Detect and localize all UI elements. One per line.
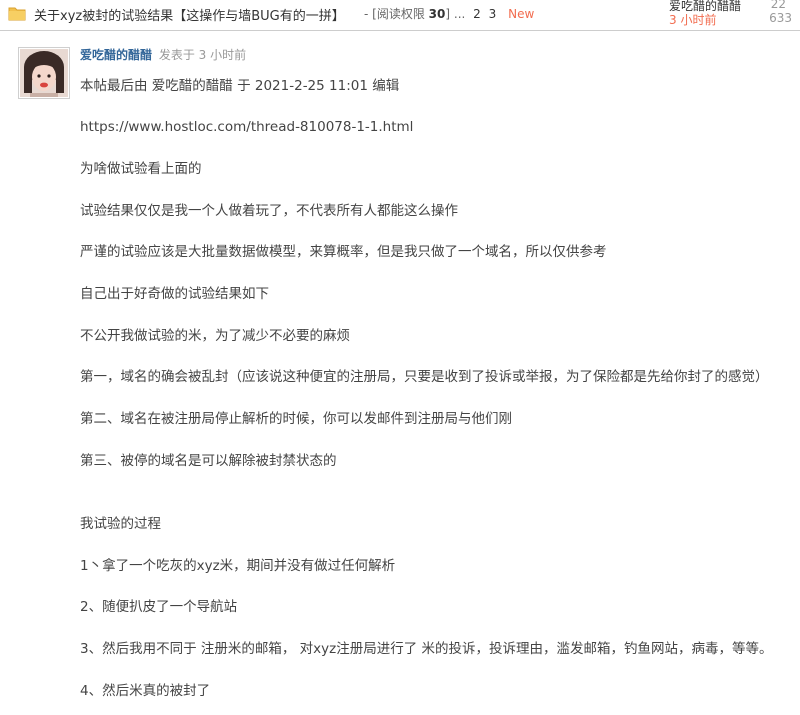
post-paragraph: 第一，域名的确会被乱封（应该说这种便宜的注册局，只要是收到了投诉或举报，为了保险… — [80, 369, 769, 385]
thread-row: 关于xyz被封的试验结果【这操作与墙BUG有的一拼】 - [阅读权限 30] .… — [0, 0, 800, 31]
post: 爱吃醋的醋醋 发表于 3 小时前 本帖最后由 爱吃醋的醋醋 于 2021-2-2… — [0, 31, 800, 715]
post-paragraph: 试验结果仅仅是我一个人做着玩了，不代表所有人都能这么操作 — [80, 203, 458, 219]
thread-title-link[interactable]: 关于xyz被封的试验结果【这操作与墙BUG有的一拼】 — [34, 5, 345, 24]
read-permission-label: - [阅读权限 — [364, 7, 425, 21]
author-name-link[interactable]: 爱吃醋的醋醋 — [80, 48, 152, 62]
post-paragraph: 第三、被停的域名是可以解除被封禁状态的 — [80, 453, 337, 469]
new-badge: New — [508, 7, 535, 21]
read-permission-close: ] — [445, 7, 451, 21]
post-time: 发表于 3 小时前 — [158, 48, 247, 62]
user-avatar-icon — [20, 49, 68, 97]
avatar[interactable] — [18, 47, 70, 99]
thread-url-link[interactable]: https://www.hostloc.com/thread-810078-1-… — [80, 119, 413, 135]
pages-ellipsis: ... — [453, 7, 466, 21]
view-count: 633 — [769, 11, 792, 25]
folder-icon — [8, 7, 26, 21]
post-body: 本帖最后由 爱吃醋的醋醋 于 2021-2-25 11:01 编辑 https:… — [80, 76, 796, 701]
page-3-link[interactable]: 3 — [489, 7, 497, 21]
post-paragraph: 我试验的过程 — [80, 516, 161, 532]
post-paragraph: 不公开我做试验的米，为了减少不必要的麻烦 — [80, 328, 350, 344]
last-reply-time: 3 小时前 — [669, 13, 717, 27]
post-paragraph: 严谨的试验应该是大批量数据做模型，来算概率，但是我只做了一个域名，所以仅供参考 — [80, 244, 607, 260]
read-permission-value: 30 — [428, 7, 446, 21]
post-paragraph: 1丶拿了一个吃灰的xyz米，期间并没有做过任何解析 — [80, 558, 396, 574]
author-line: 爱吃醋的醋醋 发表于 3 小时前 — [80, 46, 246, 63]
page-2-link[interactable]: 2 — [473, 7, 481, 21]
post-paragraph: 自己出于好奇做的试验结果如下 — [80, 286, 269, 302]
post-paragraph: 2、随便扒皮了一个导航站 — [80, 599, 238, 615]
post-paragraph: 3、然后我用不同于 注册米的邮箱， 对xyz注册局进行了 米的投诉，投诉理由，滥… — [80, 641, 773, 657]
post-paragraph: 第二、域名在被注册局停止解析的时候，你可以发邮件到注册局与他们刚 — [80, 411, 512, 427]
reply-count: 22 — [770, 0, 786, 11]
post-paragraph: 为啥做试验看上面的 — [80, 161, 202, 177]
edited-note: 本帖最后由 爱吃醋的醋醋 于 2021-2-25 11:01 编辑 — [80, 78, 400, 94]
post-paragraph: 4、然后米真的被封了 — [80, 683, 211, 699]
thread-meta: - [阅读权限 30] ... 2 3 New — [364, 5, 534, 22]
